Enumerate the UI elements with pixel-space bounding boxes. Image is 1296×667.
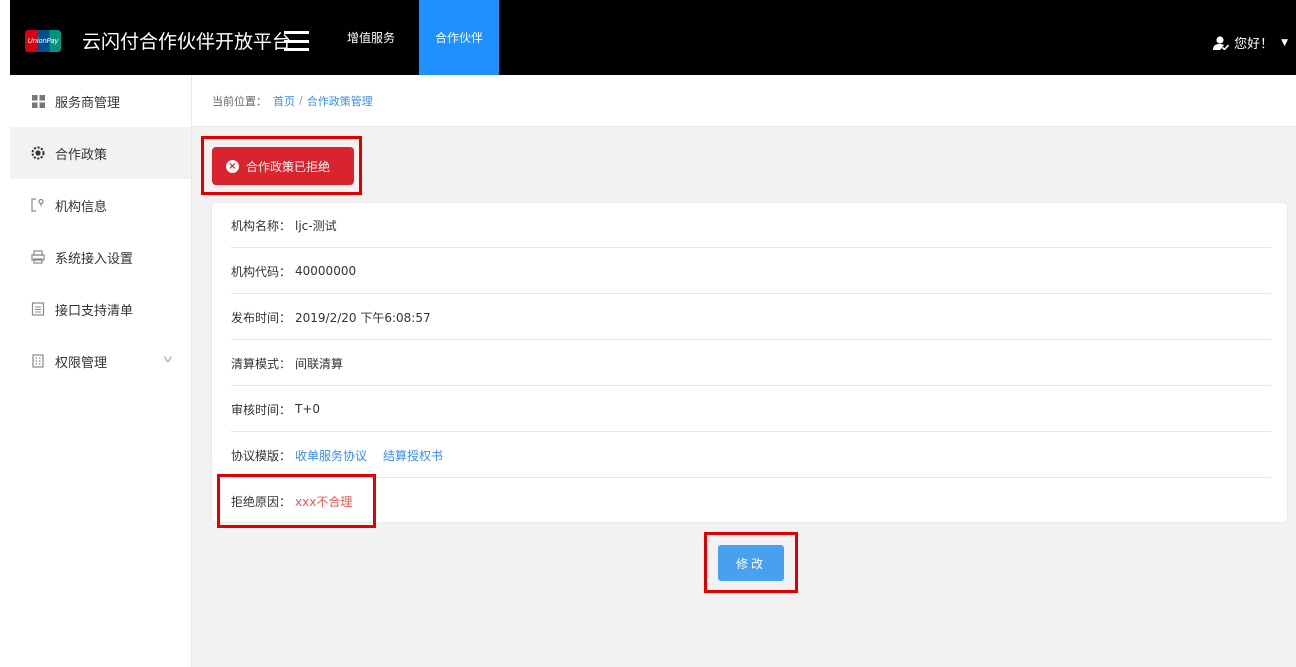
chevron-down-icon[interactable]: v [164,354,173,365]
edit-button[interactable]: 修改 [718,545,784,581]
detail-row-agreement-template: 协议模版： 收单服务协议 结算授权书 [231,433,1271,478]
sidebar-item-label: 接口支持清单 [55,303,134,319]
unionpay-logo[interactable]: UnionPay [25,30,61,52]
sidebar-item-label: 系统接入设置 [55,251,134,267]
breadcrumb-separator: / [299,94,303,107]
logo-text: UnionPay [27,37,59,45]
detail-row-settlement-mode: 清算模式： 间联清算 [231,341,1271,386]
breadcrumb-label: 当前位置： [212,94,267,108]
detail-label: 机构名称： [231,218,292,233]
bracket-icon [31,198,45,212]
reject-reason-value: xxx不合理 [295,495,353,509]
policy-status-label: 合作政策已拒绝 [246,159,331,174]
breadcrumb-home-link[interactable]: 首页 [273,93,295,109]
sidebar-item-cooperation-policy[interactable]: 合作政策 [10,127,191,179]
tab-value-added-services[interactable]: 增值服务 [328,0,414,75]
tab-partners[interactable]: 合作伙伴 [419,0,499,75]
grid-icon [31,94,45,108]
sidebar-item-api-list[interactable]: 接口支持清单 [10,283,191,335]
detail-value: 2019/2/20 下午6:08:57 [295,310,431,325]
sidebar-item-label: 机构信息 [55,199,108,215]
detail-value: 间联清算 [295,356,344,371]
template-link-settlement-authorization[interactable]: 结算授权书 [383,447,443,464]
detail-value: ljc-测试 [295,218,337,233]
building-icon [31,354,45,368]
detail-value: T+0 [295,402,321,416]
gear-icon [31,146,45,160]
caret-down-icon: ▼ [1281,37,1288,48]
sidebar-item-org-info[interactable]: 机构信息 [10,179,191,231]
detail-label: 协议模版： [231,448,292,463]
user-greeting: 您好！ [1234,37,1274,52]
detail-label: 审核时间： [231,402,292,417]
main-content: 当前位置： 首页 / 合作政策管理 × 合作政策已拒绝 机构名称： ljc-测试… [192,75,1296,667]
detail-row-publish-time: 发布时间： 2019/2/20 下午6:08:57 [231,295,1271,340]
breadcrumb: 当前位置： 首页 / 合作政策管理 [192,75,1296,127]
app-title: 云闪付合作伙伴开放平台 [82,31,292,53]
detail-label: 发布时间： [231,310,292,325]
sidebar-item-label: 服务商管理 [55,95,121,111]
detail-row-reject-reason: 拒绝原因： xxx不合理 [231,479,1271,524]
top-bar: UnionPay 云闪付合作伙伴开放平台 增值服务 合作伙伴 您好！ ▼ [10,0,1296,75]
detail-label: 机构代码： [231,264,292,279]
breadcrumb-current-link[interactable]: 合作政策管理 [307,93,373,109]
policy-status-badge: × 合作政策已拒绝 [212,147,354,185]
sidebar-item-system-access[interactable]: 系统接入设置 [10,231,191,283]
policy-details-card: 机构名称： ljc-测试 机构代码： 40000000 发布时间： 2019/2… [211,202,1288,523]
detail-row-org-name: 机构名称： ljc-测试 [231,203,1271,248]
sidebar-item-label: 合作政策 [55,147,108,163]
x-circle-icon: × [226,159,239,173]
detail-value: 40000000 [295,264,357,278]
user-menu[interactable]: 您好！ ▼ [1213,33,1288,52]
sidebar-item-permissions[interactable]: 权限管理 v [10,335,191,387]
document-icon [31,302,45,316]
menu-toggle-icon[interactable] [284,31,309,51]
detail-label: 清算模式： [231,356,292,371]
detail-label: 拒绝原因： [231,495,292,509]
printer-icon [31,250,45,264]
sidebar-item-service-providers[interactable]: 服务商管理 [10,75,191,127]
detail-row-audit-time: 审核时间： T+0 [231,387,1271,432]
detail-row-org-code: 机构代码： 40000000 [231,249,1271,294]
user-icon [1213,35,1230,50]
template-link-acquiring-agreement[interactable]: 收单服务协议 [295,447,367,464]
sidebar-item-label: 权限管理 [55,355,108,371]
sidebar: 服务商管理 合作政策 机构信息 系统接入设置 接口支持清单 权限管理 v [10,75,192,667]
